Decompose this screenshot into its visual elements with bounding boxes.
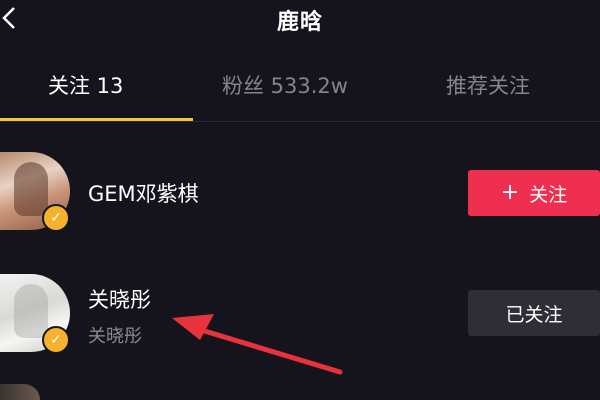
avatar [0, 384, 40, 400]
avatar-figure [14, 162, 48, 216]
list-item[interactable]: ✓ GEM邓紫棋 + 关注 [0, 140, 600, 250]
follow-button[interactable]: + 关注 [468, 170, 600, 216]
page-title: 鹿晗 [276, 10, 323, 35]
top-bar: 鹿晗 [0, 0, 600, 40]
user-subtitle: 关晓彤 [88, 326, 142, 347]
verified-check-icon: ✓ [42, 326, 70, 354]
tabs-divider [0, 121, 600, 122]
tab-following[interactable]: 关注 13 [48, 70, 123, 100]
tab-bar: 关注 13 粉丝 533.2w 推荐关注 [0, 58, 600, 122]
avatar-figure [14, 284, 48, 338]
followed-button[interactable]: 已关注 [468, 290, 600, 336]
verified-check-icon: ✓ [42, 204, 70, 232]
plus-icon: + [500, 180, 520, 205]
follow-button-label: 关注 [529, 183, 568, 206]
list-item[interactable]: ✓ 关晓彤 关晓彤 已关注 [0, 262, 600, 372]
tab-fans[interactable]: 粉丝 533.2w [222, 70, 348, 100]
user-name[interactable]: GEM邓紫棋 [88, 178, 199, 208]
user-name[interactable]: 关晓彤 [88, 284, 151, 314]
tab-recommended[interactable]: 推荐关注 [446, 70, 530, 100]
